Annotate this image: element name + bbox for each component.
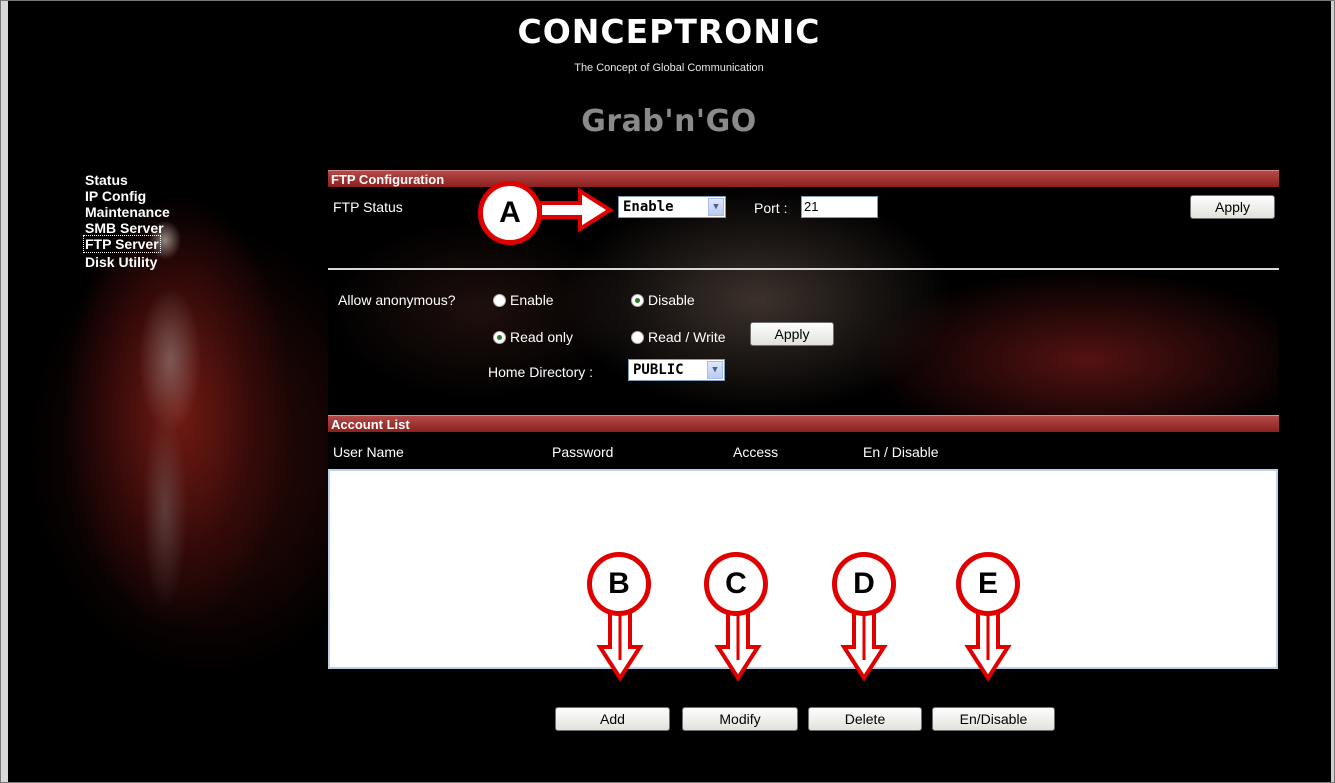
arrow-right-icon xyxy=(538,187,614,233)
callout-b: B xyxy=(587,552,651,616)
callout-a: A xyxy=(478,181,542,245)
callout-d: D xyxy=(832,552,896,616)
callout-e: E xyxy=(956,552,1020,616)
callout-c: C xyxy=(704,552,768,616)
annotation-arrows xyxy=(538,187,1012,682)
